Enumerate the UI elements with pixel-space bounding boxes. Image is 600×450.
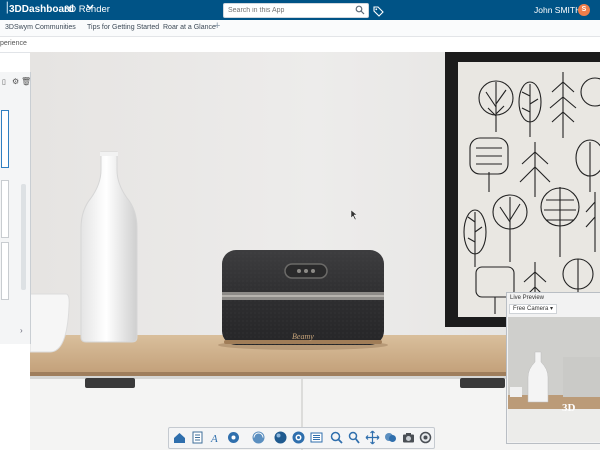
live-preview-title: Live Preview — [510, 295, 545, 301]
settings-icon[interactable]: ⚙ — [12, 77, 19, 86]
left-panel: ▯ ⚙ 🗑 › — [0, 72, 31, 344]
search-zoom-icon[interactable] — [329, 430, 344, 445]
render-icon[interactable] — [251, 430, 266, 445]
sphere-icon[interactable] — [273, 430, 288, 445]
widget-header: perience — [0, 37, 600, 53]
camera-select[interactable]: Free Camera ▾ — [509, 304, 558, 314]
document-icon[interactable] — [190, 430, 205, 445]
avatar[interactable]: S — [578, 4, 590, 16]
list-icon[interactable] — [309, 430, 324, 445]
tab-3dswym-communities[interactable]: 3DSwym Communities — [5, 24, 76, 31]
speaker-brand: Beamy — [292, 332, 314, 341]
widget-title: perience — [0, 40, 27, 47]
svg-text:A: A — [210, 433, 218, 445]
search-box[interactable] — [223, 3, 369, 18]
fit-icon[interactable] — [347, 430, 362, 445]
magnify-icon[interactable] — [418, 430, 433, 445]
list-item[interactable] — [1, 242, 9, 300]
live-preview-panel[interactable]: Live Preview Free Camera ▾ — [506, 292, 600, 444]
list-item[interactable] — [1, 180, 9, 238]
add-tab-button[interactable]: + — [214, 20, 220, 32]
move-icon[interactable] — [365, 430, 380, 445]
chevron-right-icon[interactable]: › — [20, 326, 23, 335]
camera-icon[interactable] — [401, 430, 416, 445]
list-item[interactable] — [1, 110, 9, 168]
search-icon[interactable] — [355, 5, 365, 15]
ds-logo: 3D — [562, 402, 576, 414]
layers-icon[interactable] — [383, 430, 398, 445]
scrollbar[interactable] — [21, 184, 26, 290]
pin-icon[interactable]: ▯ — [2, 78, 6, 86]
preview-image — [508, 317, 600, 442]
top-bar: ▕ 3DDashboard 3D Render John SMITH S — [0, 0, 600, 20]
tab-tips-getting-started[interactable]: Tips for Getting Started — [87, 24, 159, 31]
target-icon[interactable] — [291, 430, 306, 445]
home-icon[interactable] — [172, 430, 187, 445]
text-style-icon[interactable]: A — [208, 430, 223, 445]
chevron-down-icon[interactable] — [86, 3, 94, 14]
viewer-toolbar: A — [168, 427, 435, 449]
tab-bar: 3DSwym Communities Tips for Getting Star… — [0, 20, 600, 37]
tab-roar-at-a-glance[interactable]: Roar at a Glance — [163, 24, 216, 31]
camera-select-value: Free Camera — [513, 306, 549, 312]
settings-icon[interactable] — [226, 430, 241, 445]
search-input[interactable] — [228, 5, 346, 15]
delete-icon[interactable]: 🗑 — [21, 77, 31, 86]
user-name[interactable]: John SMITH — [534, 5, 581, 15]
compass-icon[interactable]: ▕ — [0, 3, 8, 14]
